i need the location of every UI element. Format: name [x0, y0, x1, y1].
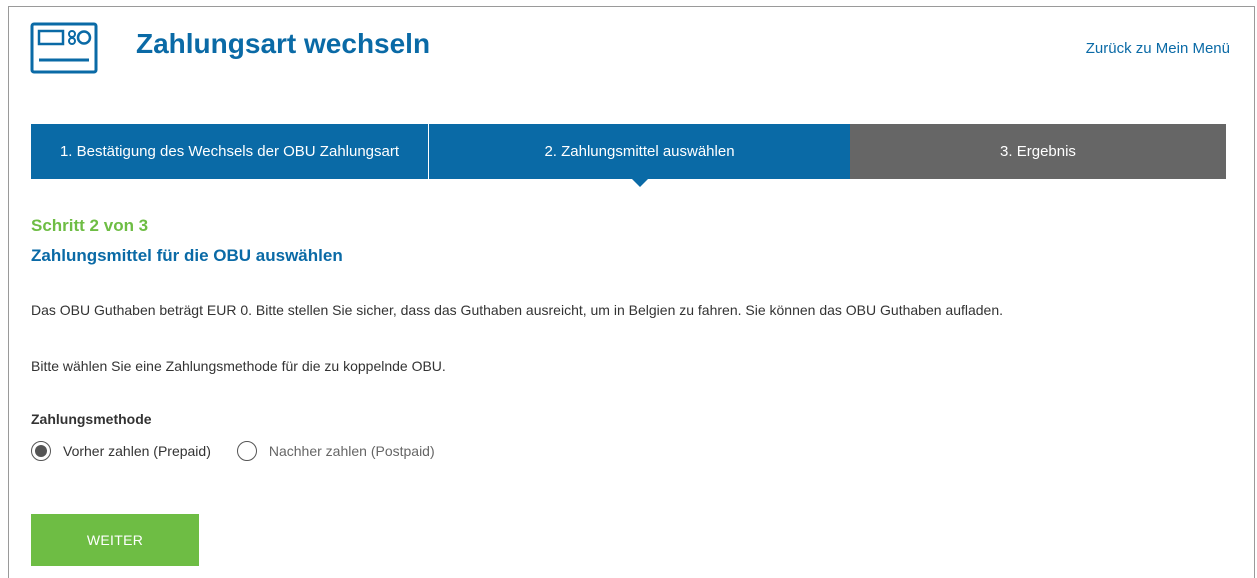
step-result[interactable]: 3. Ergebnis [850, 124, 1226, 179]
step-label: 2. Zahlungsmittel auswählen [544, 143, 735, 160]
obu-device-icon [30, 22, 98, 74]
postpaid-option[interactable]: Nachher zahlen (Postpaid) [236, 441, 435, 461]
step-indicator: Schritt 2 von 3 [31, 216, 149, 235]
page-header: Zahlungsart wechseln Zurück zu Mein Menü [30, 18, 1230, 78]
step-label: 3. Ergebnis [1000, 143, 1076, 160]
page-frame [8, 6, 1255, 578]
balance-info-text: Das OBU Guthaben beträgt EUR 0. Bitte st… [31, 302, 1004, 318]
active-step-arrow [631, 179, 648, 187]
page-title: Zahlungsart wechseln [136, 28, 431, 59]
postpaid-label[interactable]: Nachher zahlen (Postpaid) [269, 443, 435, 459]
section-title: Zahlungsmittel für die OBU auswählen [31, 246, 343, 265]
payment-method-label: Zahlungsmethode [31, 411, 152, 427]
back-to-menu-link[interactable]: Zurück zu Mein Menü [1086, 40, 1230, 57]
postpaid-radio[interactable] [236, 441, 257, 461]
prepaid-option[interactable]: Vorher zahlen (Prepaid) [31, 441, 211, 461]
step-label: 1. Bestätigung des Wechsels der OBU Zahl… [59, 143, 400, 160]
prepaid-radio[interactable] [31, 441, 51, 461]
prepaid-label[interactable]: Vorher zahlen (Prepaid) [63, 443, 211, 459]
instruction-text: Bitte wählen Sie eine Zahlungsmethode fü… [31, 358, 446, 374]
progress-steps: 1. Bestätigung des Wechsels der OBU Zahl… [31, 124, 1226, 187]
radio-selected-dot [35, 445, 47, 457]
payment-method-radio-group: Vorher zahlen (Prepaid) Nachher zahlen (… [31, 441, 461, 461]
continue-button[interactable]: WEITER [31, 514, 199, 566]
step-select-payment[interactable]: 2. Zahlungsmittel auswählen [429, 124, 850, 187]
step-confirmation[interactable]: 1. Bestätigung des Wechsels der OBU Zahl… [31, 124, 429, 179]
